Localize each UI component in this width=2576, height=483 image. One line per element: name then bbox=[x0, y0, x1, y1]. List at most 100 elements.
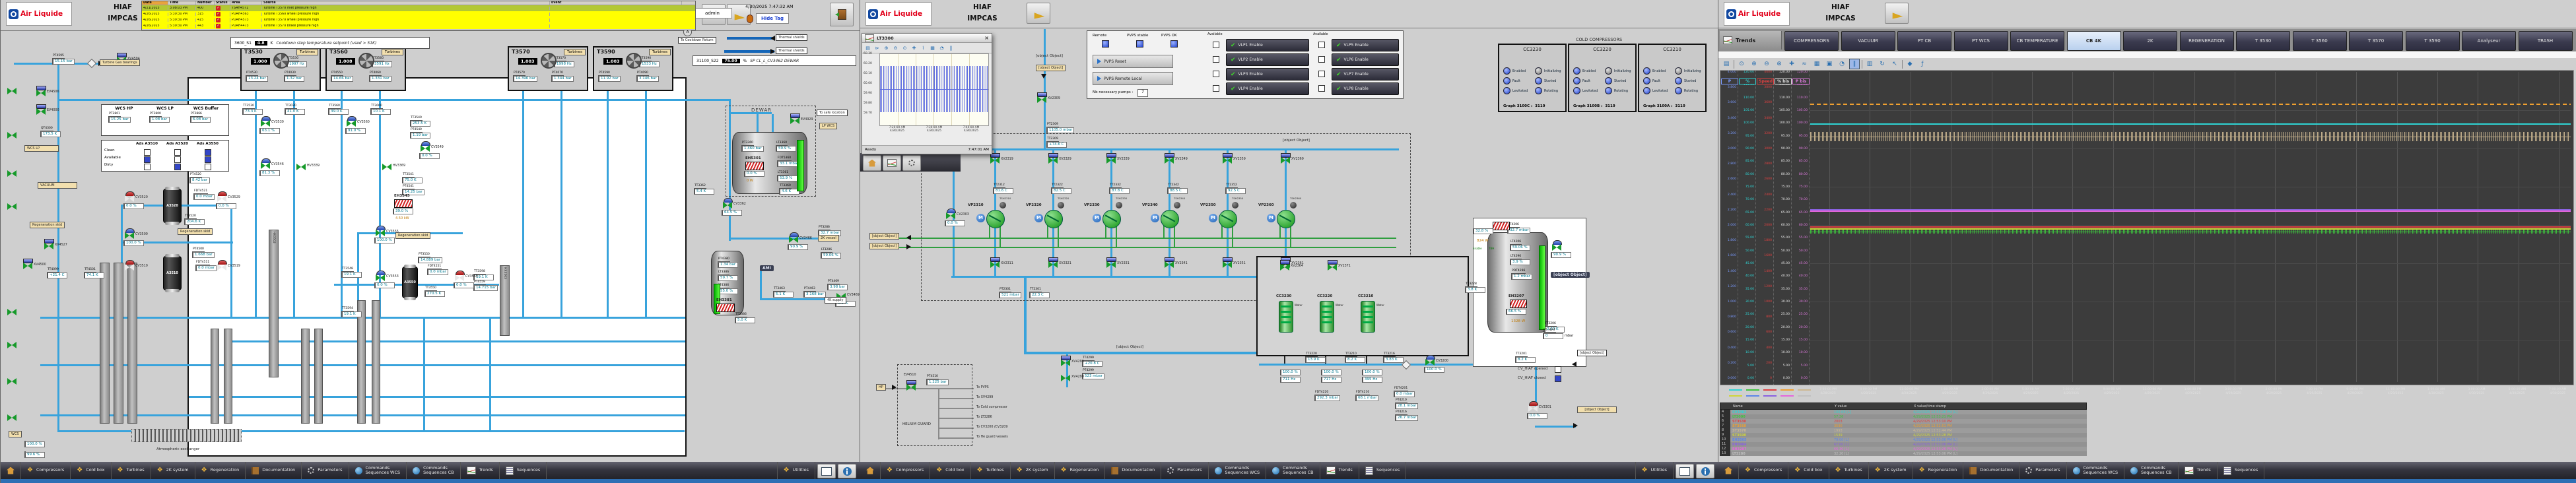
tsh-icon[interactable] bbox=[1232, 202, 1238, 209]
taskbar-item-regeneration[interactable]: ❖Regeneration bbox=[1055, 462, 1106, 479]
vlp-enable-button[interactable]: ✔VLP3 Enable bbox=[1226, 68, 1309, 80]
trend-tool-icon[interactable]: ⌇ bbox=[919, 44, 928, 52]
value[interactable]: 0 bbox=[1543, 333, 1563, 339]
valve-icon[interactable] bbox=[125, 195, 134, 202]
valve-icon[interactable] bbox=[36, 108, 46, 115]
valve-icon[interactable] bbox=[1165, 261, 1174, 268]
trend-window-lt3300[interactable]: LT3300×▤⊳⊕⊖⊙✚⌇▦◔‖60.3060.2060.1060.0059.… bbox=[862, 33, 992, 154]
cc-speed-pct[interactable]: 100.0 % bbox=[1362, 370, 1382, 375]
trend-window-titlebar[interactable]: LT3300× bbox=[862, 34, 992, 43]
taskbar-item-parameters[interactable]: Parameters bbox=[1161, 462, 1208, 479]
instrument-value[interactable]: 74.1 K bbox=[84, 273, 104, 278]
valve-value-box[interactable]: 0.0 % bbox=[374, 282, 395, 288]
valve-icon[interactable] bbox=[125, 264, 134, 271]
instrument-value[interactable]: 5.1 K bbox=[773, 292, 794, 298]
vacuum-pump-icon[interactable] bbox=[1219, 210, 1237, 228]
valve-icon[interactable] bbox=[36, 90, 46, 96]
adsorber-vessel-a3550[interactable]: A3550 bbox=[402, 267, 418, 298]
turbine-speed-value[interactable]: 1533 Hz bbox=[639, 61, 660, 67]
tab-cb-4k[interactable]: CB 4K bbox=[2067, 31, 2121, 51]
vlp-enable-button[interactable]: ✔VLP5 Enable bbox=[1332, 39, 1399, 51]
valve-icon[interactable] bbox=[1061, 375, 1070, 381]
valve-icon[interactable] bbox=[723, 202, 732, 209]
tsh-icon[interactable] bbox=[1290, 202, 1297, 209]
alarm-row[interactable]: 4/26/20255:39:30 PM443✓PDAH4473Turbine T… bbox=[142, 23, 695, 29]
cv-hiaf-opened-checkbox[interactable] bbox=[1555, 366, 1561, 373]
valve-icon[interactable] bbox=[421, 145, 430, 152]
pvps-remote-local-button[interactable]: PVPS Remote Local bbox=[1093, 72, 1173, 85]
valve-value-box[interactable]: 100.0 % bbox=[1424, 367, 1444, 373]
taskbar-item-cold[interactable]: ❖Cold box bbox=[71, 462, 111, 479]
valve-value-box[interactable]: 64.5 % bbox=[722, 210, 742, 216]
legend-row[interactable]: 10EH356579.00 [L]4/29/2025 12:53:06 PM [… bbox=[1720, 437, 2087, 442]
instrument-value[interactable]: 3.98 bar bbox=[827, 284, 848, 290]
heater-value-box[interactable]: 39.0 % bbox=[393, 209, 413, 214]
valve-icon[interactable] bbox=[1552, 244, 1561, 251]
instrument-value[interactable]: +74.6 C bbox=[1046, 142, 1067, 148]
curves-icon[interactable]: ≈ bbox=[1799, 59, 1810, 69]
instrument-value[interactable]: 28.1 mbar bbox=[1395, 403, 1418, 409]
valve-icon[interactable] bbox=[7, 309, 17, 315]
turbine-speed-value[interactable]: 3591 Hz bbox=[372, 61, 392, 67]
vlp-available-checkbox[interactable] bbox=[1318, 85, 1325, 92]
valve-value-box[interactable]: 0.0 % bbox=[419, 153, 440, 159]
cc-graph-value[interactable]: 3110 bbox=[1605, 104, 1615, 108]
instrument-value[interactable]: 0.0 mbar bbox=[195, 265, 217, 271]
value[interactable]: 1.331 bar bbox=[369, 76, 391, 82]
valve-value-box[interactable]: 100.0 % bbox=[374, 238, 395, 243]
valve-icon[interactable] bbox=[1165, 157, 1174, 164]
legend-table[interactable]: NameY valueX value/time stamp4CV3482100.… bbox=[1720, 402, 2087, 456]
tab-t-3590[interactable]: T 3590 bbox=[2406, 31, 2460, 51]
x-axis-label[interactable]: 11:00:00 PM4/29/2025 bbox=[2379, 388, 2413, 397]
instrument-value[interactable]: 1.19 bar bbox=[410, 133, 430, 139]
cc-machine-icon[interactable] bbox=[1279, 301, 1293, 333]
instrument-value[interactable]: 59.06 % bbox=[1510, 245, 1530, 251]
info-button[interactable] bbox=[838, 464, 856, 478]
launcher-home-button[interactable] bbox=[863, 155, 881, 171]
turbine-brake-value[interactable]: 1.008 bbox=[336, 58, 355, 65]
vlp-enable-button[interactable]: ✔VLP8 Enable bbox=[1332, 82, 1399, 95]
adsorber-vessel-a3510[interactable]: A3510 bbox=[163, 256, 182, 290]
value[interactable]: 14.396 bar bbox=[513, 76, 537, 82]
instrument-value[interactable]: 521 mbar bbox=[999, 292, 1021, 298]
value[interactable]: 6.08 bar bbox=[190, 117, 211, 123]
turbine-box-t3570[interactable]: T3570Turbines1.003ST35701998 HzPT457014.… bbox=[508, 46, 588, 91]
vlp-enable-button[interactable]: ✔VLP2 Enable bbox=[1226, 53, 1309, 66]
taskbar-item-commands[interactable]: Commands Sequences WCS bbox=[2067, 462, 2125, 479]
valve-icon[interactable] bbox=[296, 164, 306, 170]
valve-icon[interactable] bbox=[990, 261, 1000, 268]
instrument-value[interactable]: 173.5 K bbox=[40, 131, 61, 137]
taskbar-item-turbines[interactable]: ❖Turbines bbox=[971, 462, 1011, 479]
valve-icon[interactable] bbox=[217, 195, 226, 202]
setpoint-value[interactable]: 75.00 bbox=[722, 59, 740, 63]
valve-icon[interactable] bbox=[906, 384, 916, 391]
taskbar-item-sequences[interactable]: Sequences bbox=[2218, 462, 2264, 479]
marker-icon[interactable]: ◆ bbox=[1905, 59, 1915, 69]
instrument-value[interactable]: 1.460 bar bbox=[741, 146, 764, 152]
valve-value-box[interactable]: 63.1 % bbox=[259, 128, 280, 134]
x-axis-label[interactable]: 5:00:00 AM4/30/2025 bbox=[2500, 388, 2534, 397]
info-button[interactable] bbox=[1696, 464, 1714, 478]
instrument-value[interactable]: 19.1 K bbox=[341, 311, 362, 317]
alarm-table[interactable]: DateTimeNumberStatusAreaSourceEvent4/21/… bbox=[141, 1, 696, 30]
instrument-value[interactable]: 5.0 K bbox=[735, 317, 755, 323]
taskbar-item-utilities[interactable]: ❖Utilities bbox=[1635, 462, 1674, 479]
value[interactable]: 87.8 C bbox=[1109, 188, 1130, 194]
alarm-horn-button[interactable] bbox=[1885, 3, 1909, 24]
taskbar-home-button[interactable] bbox=[860, 462, 881, 479]
cursor-icon[interactable]: ↖ bbox=[1889, 59, 1900, 69]
valve-value-box[interactable]: 90.9 % bbox=[788, 244, 808, 250]
valve-icon[interactable] bbox=[790, 117, 799, 124]
pumps-count-input[interactable]: 7 bbox=[1137, 89, 1148, 97]
ads-checkbox[interactable] bbox=[205, 164, 211, 170]
taskbar-item-commands[interactable]: Commands Sequences CB bbox=[1266, 462, 1320, 479]
valve-icon[interactable] bbox=[1425, 359, 1435, 366]
taskbar-item-sequences[interactable]: Sequences bbox=[500, 462, 547, 479]
turbine-brake-value[interactable]: 1.003 bbox=[603, 58, 623, 65]
x-axis-label[interactable]: 1:00:00 AM4/29/2025 bbox=[1932, 388, 1967, 397]
value[interactable]: 66.5 % bbox=[1506, 309, 1526, 315]
turbines-nav-chip[interactable]: Turbines bbox=[564, 49, 586, 55]
x-axis-label[interactable]: 11:00:00 PM4/28/2025 bbox=[1892, 388, 1926, 397]
valve-value-box[interactable]: 100.0 % bbox=[123, 240, 144, 246]
taskbar-item-commands[interactable]: Commands Sequences CB bbox=[2124, 462, 2179, 479]
